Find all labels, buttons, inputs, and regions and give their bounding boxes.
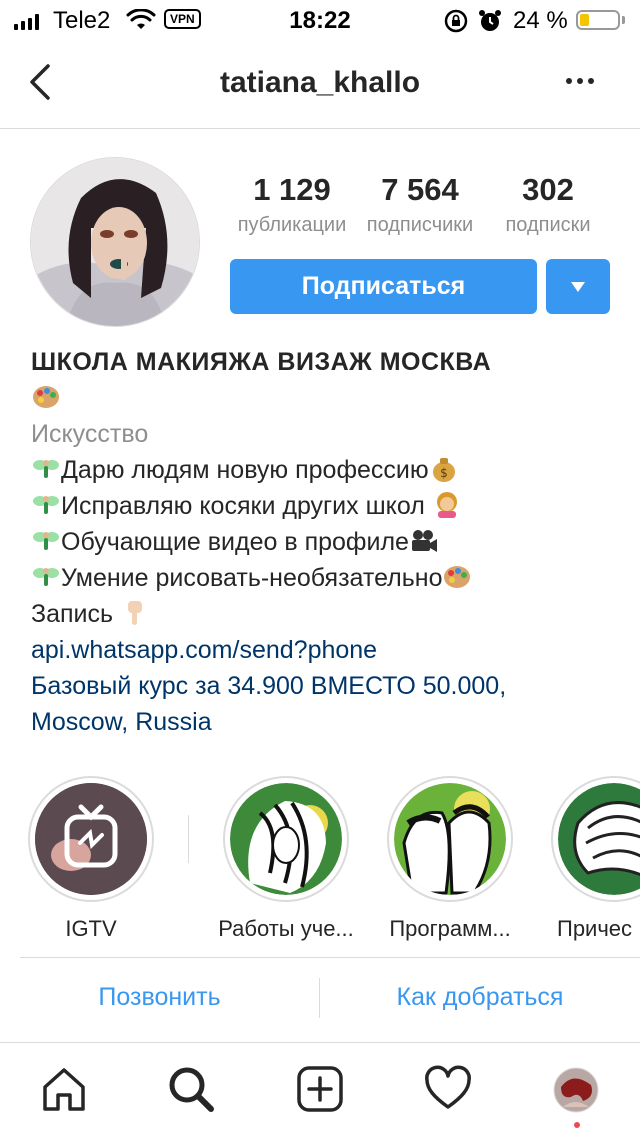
followers-count: 7 564 (381, 172, 459, 207)
subscribe-button[interactable]: Подписаться (230, 259, 537, 314)
battery-level (580, 14, 589, 26)
bio-line: Умение рисовать-необязательно (31, 560, 621, 596)
bio-line-text: Исправляю косяки других школ (61, 492, 425, 520)
bio-line: Обучающие видео в профиле (31, 524, 621, 560)
fairy-icon (33, 496, 59, 514)
fairy-icon (33, 532, 59, 550)
girls-drawing-image (394, 783, 506, 895)
avatar-photo (31, 158, 199, 326)
highlight-thumbnail (230, 783, 342, 895)
profile-avatar[interactable] (30, 157, 200, 327)
highlight-label: Работы уче... (218, 916, 354, 941)
bio-line-text: Умение рисовать-необязательно (61, 564, 443, 592)
bio-location[interactable]: Moscow, Russia (31, 704, 621, 740)
highlight-ring (551, 776, 640, 902)
bio-line-text: Дарю людям новую профессию (61, 456, 429, 484)
stat-followers[interactable]: 7 564 подписчики (358, 172, 482, 237)
highlight-label: Программ... (389, 916, 511, 941)
suggestions-dropdown-button[interactable] (546, 259, 610, 314)
profile-avatar-icon[interactable] (553, 1067, 599, 1113)
money-bag-icon: $ (432, 458, 455, 482)
stat-following[interactable]: 302 подписки (486, 172, 610, 237)
profile-username: tatiana_khallo (219, 66, 421, 99)
rotation-lock-icon (444, 9, 468, 33)
fairy-icon (33, 568, 59, 586)
home-icon[interactable] (40, 1065, 88, 1113)
bio-name: ШКОЛА МАКИЯЖА ВИЗАЖ МОСКВА (31, 344, 621, 380)
palette-icon (444, 566, 471, 588)
battery-percent: 24 % (513, 7, 568, 34)
notification-dot (574, 1122, 580, 1128)
highlight-igtv[interactable]: IGTV (11, 776, 171, 942)
bio-line: Исправляю косяки других школ (31, 488, 621, 524)
highlight-ring (28, 776, 154, 902)
movie-camera-icon (411, 530, 437, 552)
highlight-ring (387, 776, 513, 902)
call-button[interactable]: Позвонить (0, 983, 319, 1012)
activity-heart-icon[interactable] (424, 1065, 472, 1113)
hairstyle-drawing-image (558, 783, 640, 895)
hair-drawing-image (230, 783, 342, 895)
followers-label: подписчики (366, 214, 474, 236)
bio-line: Дарю людям новую профессию $ (31, 452, 621, 488)
palette-emoji (31, 380, 621, 416)
highlight-thumbnail (394, 783, 506, 895)
svg-text:$: $ (440, 466, 448, 480)
bio-course-link[interactable]: Базовый курс за 34.900 ВМЕСТО 50.000, (31, 668, 621, 704)
battery-icon (576, 10, 620, 30)
igtv-icon (35, 783, 147, 895)
bio-category: Искусство (31, 420, 149, 448)
following-count: 302 (522, 172, 574, 207)
highlight-ring (223, 776, 349, 902)
bio-line-text: Обучающие видео в профиле (61, 528, 409, 556)
alarm-icon (479, 10, 501, 31)
caret-down-icon (571, 282, 585, 292)
posts-label: публикации (237, 214, 347, 236)
fairy-icon (33, 460, 59, 478)
bio-record-text: Запись (31, 600, 114, 628)
nav-header: tatiana_khallo (0, 40, 640, 129)
new-post-icon[interactable] (296, 1065, 344, 1113)
highlights-divider (188, 815, 189, 863)
bio-record: Запись (31, 596, 621, 632)
highlight-thumbnail (558, 783, 640, 895)
bio-name-text: ШКОЛА МАКИЯЖА ВИЗАЖ МОСКВА (31, 348, 492, 376)
status-bar: Tele2 VPN 18:22 24 % (0, 0, 640, 40)
search-icon[interactable] (167, 1065, 215, 1113)
stat-posts: 1 129 публикации (230, 172, 354, 237)
pointing-down-icon (127, 601, 142, 625)
battery-cap (622, 16, 625, 24)
igtv-thumbnail (35, 783, 147, 895)
palette-icon (33, 386, 59, 408)
facepalm-icon (436, 492, 457, 518)
tab-bar (0, 1042, 640, 1137)
highlight-hairstyles[interactable]: Причес (535, 776, 640, 942)
contact-divider (20, 957, 640, 958)
posts-count: 1 129 (253, 172, 331, 207)
following-label: подписки (505, 214, 591, 236)
more-dots-icon[interactable] (566, 78, 594, 84)
profile-bio: ШКОЛА МАКИЯЖА ВИЗАЖ МОСКВА Искусство Дар… (31, 344, 621, 740)
directions-button[interactable]: Как добраться (320, 983, 640, 1012)
bio-link[interactable]: api.whatsapp.com/send?phone (31, 632, 621, 668)
highlight-programs[interactable]: Программ... (370, 776, 530, 942)
highlight-works[interactable]: Работы уче... (206, 776, 366, 942)
highlight-label: Причес (557, 916, 633, 941)
highlight-label: IGTV (65, 916, 117, 941)
